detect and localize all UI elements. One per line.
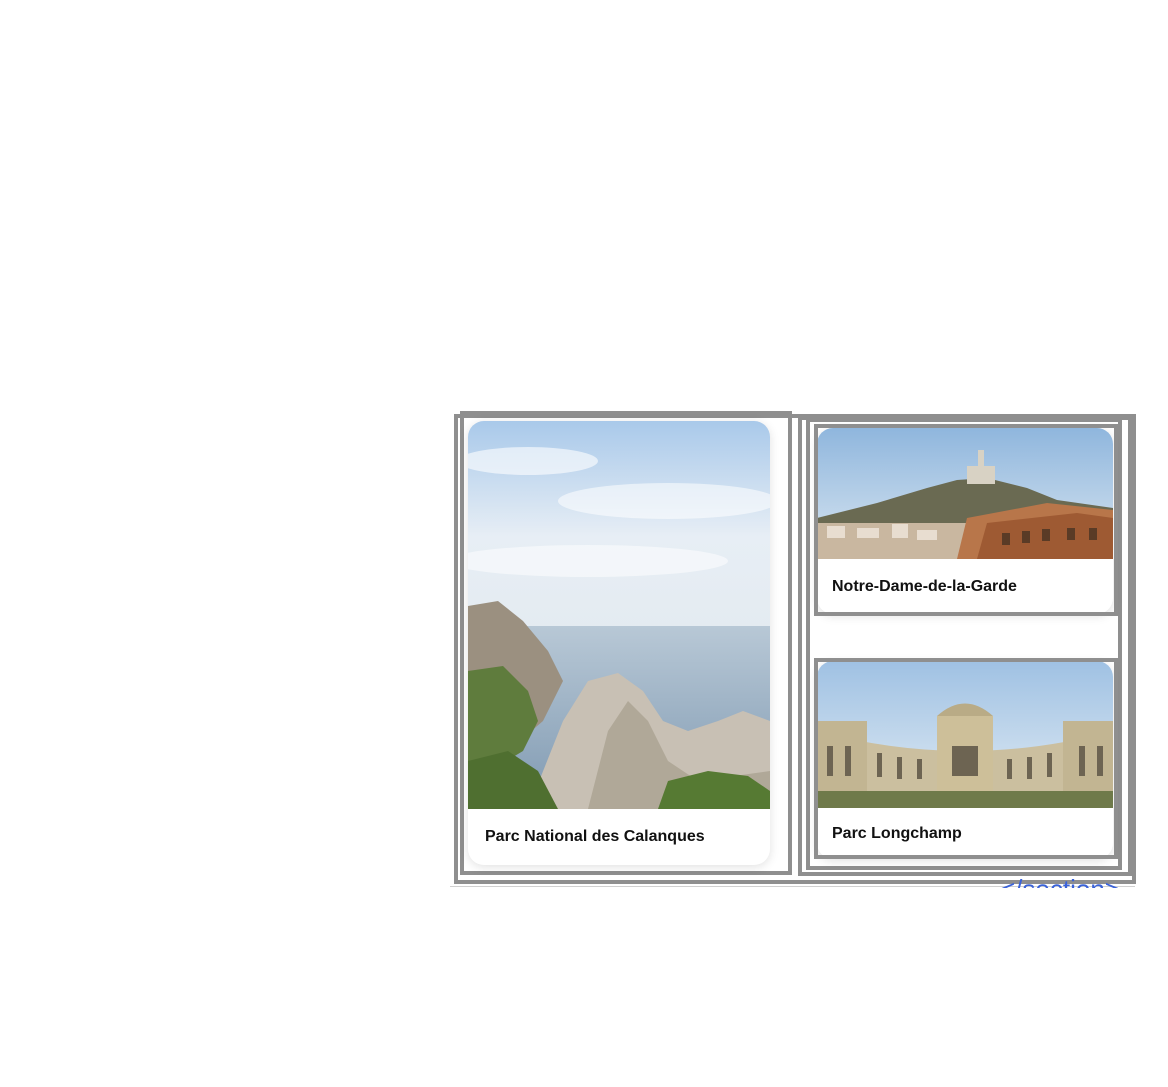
card-notre-dame-frame <box>814 424 1118 616</box>
calanques-photo <box>468 421 770 809</box>
page: Parc National des Calanques Notre-Dame-d… <box>0 0 1168 1087</box>
calanques-image <box>468 421 770 809</box>
card-longchamp-frame <box>814 658 1118 859</box>
closing-tag-label: </section> <box>1000 876 1118 888</box>
card-calanques[interactable]: Parc National des Calanques <box>468 421 770 865</box>
card-title: Parc National des Calanques <box>485 828 705 845</box>
section-closing-tag-text: </section> <box>1000 876 1118 888</box>
